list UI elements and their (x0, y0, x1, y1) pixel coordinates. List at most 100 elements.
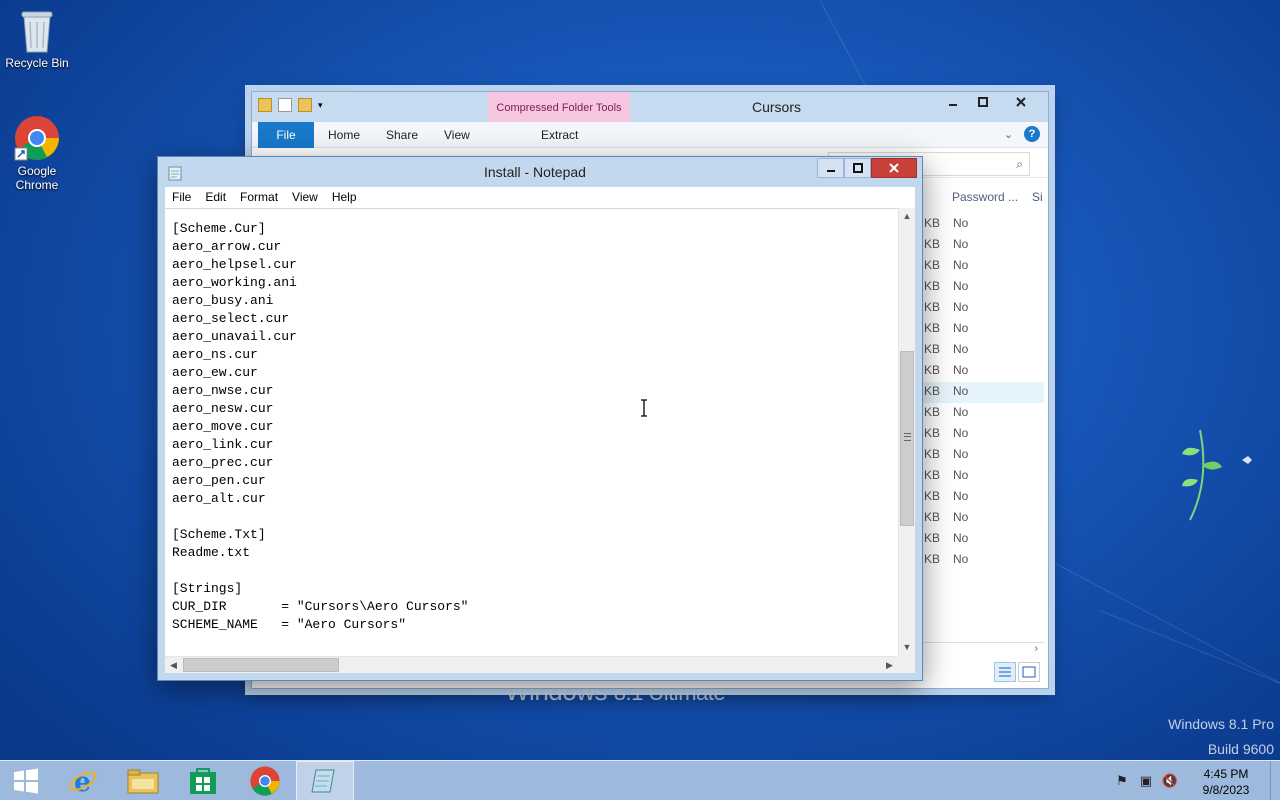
explorer-title: Cursors (752, 99, 802, 115)
taskbar-internet-explorer[interactable]: e (54, 761, 112, 800)
scroll-up-icon[interactable]: ▲ (899, 208, 915, 225)
password-cell: No (953, 384, 969, 398)
ribbon-tab-home[interactable]: Home (328, 122, 360, 148)
scroll-down-icon[interactable]: ▼ (899, 639, 915, 656)
help-icon[interactable]: ? (1024, 126, 1040, 142)
column-header-size[interactable]: Si (1032, 186, 1043, 208)
text-line: Readme.txt (172, 545, 251, 560)
network-icon[interactable]: ▣ (1134, 761, 1158, 800)
horizontal-scrollbar[interactable]: › (918, 642, 1044, 658)
chrome-icon (14, 116, 59, 161)
chevron-right-icon[interactable]: › (1035, 643, 1038, 654)
menu-help[interactable]: Help (325, 187, 364, 208)
ibeam-cursor-icon (641, 399, 647, 417)
taskbar-clock[interactable]: 4:45 PM 9/8/2023 (1182, 764, 1270, 798)
resize-grip-icon[interactable] (898, 656, 915, 673)
ribbon-tab-extract[interactable]: Extract (541, 122, 578, 148)
ribbon-tab-share[interactable]: Share (386, 122, 418, 148)
show-desktop-button[interactable] (1270, 761, 1280, 800)
properties-icon[interactable] (278, 98, 292, 112)
volume-muted-icon[interactable]: 🔇 (1158, 761, 1182, 800)
password-cell: No (953, 300, 969, 314)
compressed-folder-tools-tab[interactable]: Compressed Folder Tools (488, 92, 630, 122)
watermark-build: Build 9600 (1207, 741, 1274, 757)
large-icons-view-button[interactable] (1018, 662, 1040, 682)
notepad-title-bar[interactable]: Install - Notepad (158, 157, 922, 189)
taskbar-store[interactable] (174, 761, 232, 800)
windows-logo-icon (14, 768, 38, 794)
recycle-bin-icon (21, 11, 53, 53)
action-center-flag-icon[interactable]: ⚑ (1110, 761, 1134, 800)
password-cell: No (953, 510, 969, 524)
notepad-title: Install - Notepad (484, 164, 586, 180)
desktop-icon-label: Google Chrome (15, 164, 59, 192)
taskbar-file-explorer[interactable] (114, 761, 172, 800)
close-button[interactable] (998, 92, 1044, 112)
password-cell: No (953, 489, 969, 503)
minimize-button[interactable] (938, 92, 968, 112)
menu-file[interactable]: File (165, 187, 198, 208)
password-cell: No (953, 552, 969, 566)
size-cell: KB (924, 342, 941, 356)
size-cell: KB (924, 237, 941, 251)
explorer-title-bar[interactable]: ▾ Compressed Folder Tools Cursors (252, 92, 1048, 122)
vertical-scrollbar[interactable]: ▲ ▼ (898, 208, 915, 656)
taskbar-chrome[interactable] (236, 761, 294, 800)
clock-date: 9/8/2023 (1202, 783, 1250, 797)
taskbar-notepad[interactable] (296, 761, 354, 800)
size-cell: KB (924, 489, 941, 503)
ribbon-tab-view[interactable]: View (444, 122, 470, 148)
explorer-ribbon: File Home Share View Extract ⌄ ? (252, 122, 1048, 148)
ribbon-expand-icon[interactable]: ⌄ (1004, 122, 1013, 148)
text-line: aero_ns.cur (172, 347, 258, 362)
password-cell: No (953, 426, 969, 440)
folder-icon[interactable] (258, 98, 272, 112)
size-cell: KB (924, 468, 941, 482)
start-button[interactable] (0, 761, 52, 800)
size-cell: KB (924, 447, 941, 461)
maximize-button[interactable] (968, 92, 998, 112)
details-view-button[interactable] (994, 662, 1016, 682)
menu-format[interactable]: Format (233, 187, 285, 208)
desktop-icon-recycle-bin[interactable]: Recycle Bin (0, 6, 74, 70)
text-line: aero_helpsel.cur (172, 257, 297, 272)
wallpaper-streak (1099, 610, 1280, 705)
new-folder-icon[interactable] (298, 98, 312, 112)
desktop-icon-label: Recycle Bin (5, 56, 69, 70)
text-line: CUR_DIR = "Cursors\Aero Cursors" (172, 599, 469, 614)
maximize-button[interactable] (844, 158, 871, 178)
size-cell: KB (924, 321, 941, 335)
password-cell: No (953, 531, 969, 545)
scroll-right-icon[interactable]: ▶ (881, 657, 898, 673)
size-cell: KB (924, 510, 941, 524)
vertical-scroll-thumb[interactable] (900, 351, 914, 526)
text-line: [Strings] (172, 581, 243, 596)
notepad-window-controls (817, 158, 917, 178)
minimize-button[interactable] (817, 158, 844, 178)
menu-view[interactable]: View (285, 187, 325, 208)
chevron-down-icon[interactable]: ▾ (318, 98, 326, 112)
wallpaper-streak (1049, 560, 1280, 702)
maximize-icon (978, 97, 988, 107)
size-cell: KB (924, 531, 941, 545)
horizontal-scroll-thumb[interactable] (183, 658, 339, 672)
notepad-app-icon[interactable] (168, 165, 182, 181)
wallpaper-plant-icon (1182, 429, 1252, 521)
internet-explorer-icon: e (69, 767, 97, 796)
notepad-text-area[interactable]: [Scheme.Cur] aero_arrow.cur aero_helpsel.c… (165, 208, 898, 656)
desktop-icon-google-chrome[interactable]: Google Chrome (0, 114, 74, 192)
password-cell: No (953, 363, 969, 377)
explorer-window-controls (938, 92, 1044, 112)
horizontal-scrollbar[interactable]: ◀ ▶ (165, 656, 898, 673)
notepad-window[interactable]: Install - Notepad File Edit Format View … (157, 156, 923, 681)
close-button[interactable] (871, 158, 917, 178)
text-line: aero_move.cur (172, 419, 274, 434)
column-header-password[interactable]: Password ... (952, 186, 1018, 208)
close-icon (1016, 97, 1026, 107)
menu-edit[interactable]: Edit (198, 187, 233, 208)
ribbon-tab-file[interactable]: File (258, 122, 314, 148)
notepad-icon (311, 769, 335, 793)
scroll-left-icon[interactable]: ◀ (165, 657, 182, 673)
text-line: [Scheme.Cur] (172, 221, 266, 236)
password-cell: No (953, 258, 969, 272)
